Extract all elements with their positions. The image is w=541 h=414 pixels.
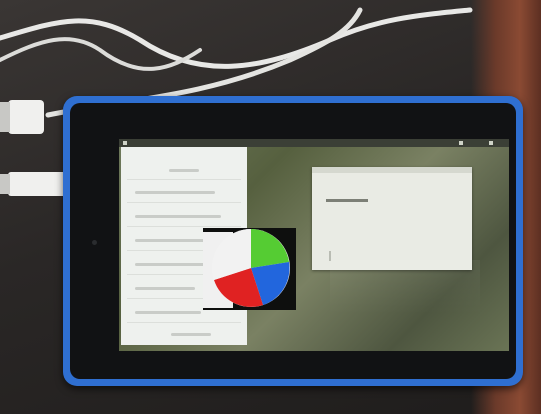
menu-divider [127, 202, 241, 203]
dialog-card[interactable] [312, 167, 472, 270]
status-icon [459, 141, 463, 145]
menu-divider [127, 179, 241, 180]
menu-divider [127, 322, 241, 323]
menu-item[interactable] [135, 215, 221, 218]
color-wheel[interactable] [211, 228, 291, 308]
menu-item[interactable] [135, 287, 195, 290]
status-icon [489, 141, 493, 145]
dialog-text [326, 199, 368, 202]
menu-item[interactable] [135, 239, 207, 242]
status-icon [123, 141, 127, 145]
status-bar [119, 139, 509, 147]
menu-item[interactable] [135, 311, 201, 314]
menu-item[interactable] [135, 263, 213, 266]
menu-divider [127, 226, 241, 227]
wheel-green-segment [251, 229, 289, 268]
photo-scene [0, 0, 541, 414]
screen-glare [330, 260, 480, 315]
menu-item[interactable] [135, 191, 215, 194]
front-camera [92, 240, 97, 245]
usb-plug-top [8, 100, 44, 134]
dialog-header [312, 167, 472, 173]
menu-item[interactable] [171, 333, 211, 336]
menu-item[interactable] [169, 169, 199, 172]
tablet-screen[interactable] [119, 139, 509, 351]
